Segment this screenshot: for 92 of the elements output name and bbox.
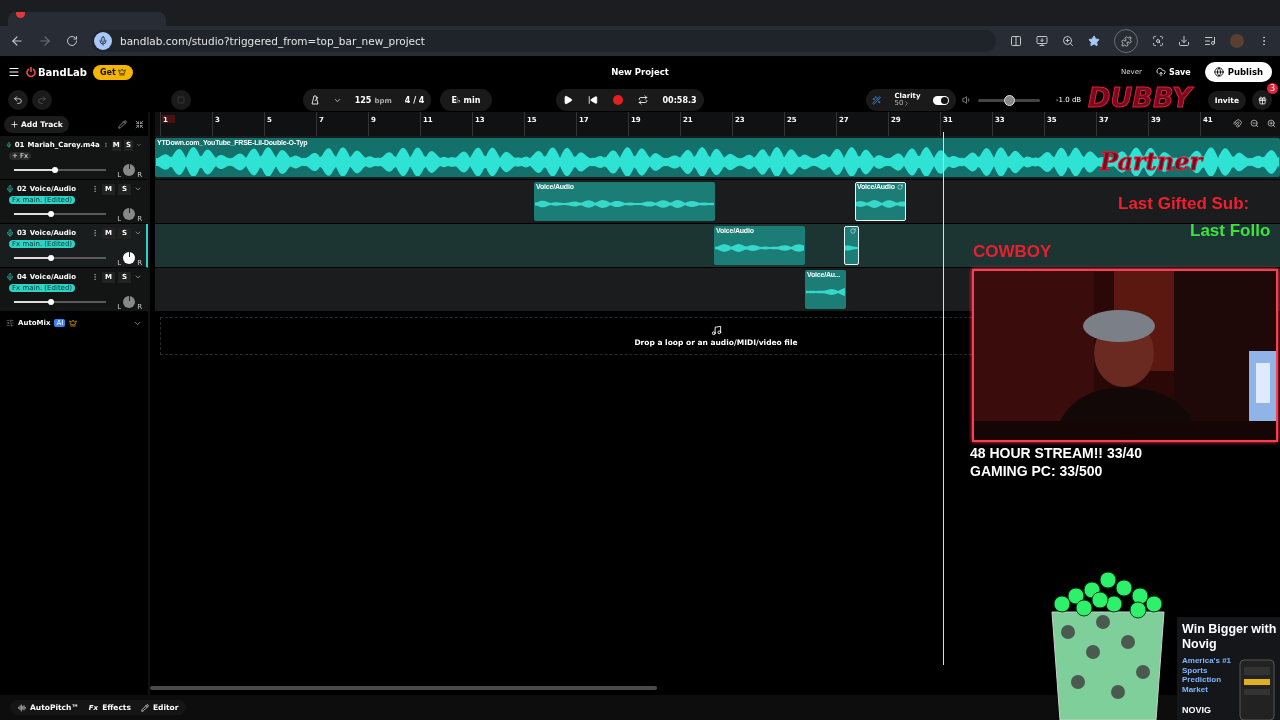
stream-goal: 48 HOUR STREAM!! 33/40 <box>970 445 1142 461</box>
phone-drawing <box>1239 659 1275 720</box>
ad-headline: Win Bigger with Novig <box>1182 622 1278 652</box>
ad-tagline: America's #1 Sports Prediction Market <box>1182 656 1233 695</box>
play-icon[interactable] <box>563 95 574 105</box>
microphone-icon <box>6 273 14 281</box>
microphone-icon <box>6 141 12 149</box>
project-title: New Project <box>611 67 669 77</box>
forward-icon[interactable] <box>38 34 52 48</box>
chevron-down-icon[interactable] <box>134 229 142 237</box>
scrollbar-thumb[interactable] <box>150 686 657 690</box>
loop-marker[interactable] <box>162 115 175 123</box>
record-icon[interactable] <box>612 95 623 105</box>
audio-lines-icon <box>18 703 26 712</box>
bookmark-star-icon[interactable] <box>1088 35 1100 47</box>
chevron-down-icon[interactable] <box>134 273 142 281</box>
download-icon[interactable] <box>1178 35 1190 47</box>
key-button[interactable]: E♭ min <box>440 89 492 111</box>
address-field[interactable]: bandlab.com/studio?triggered_from=top_bar_new_project <box>92 30 996 52</box>
stream-goal: GAMING PC: 33/500 <box>970 463 1103 479</box>
redo-icon <box>37 95 47 105</box>
microphone-button[interactable] <box>94 32 112 50</box>
pencil-icon <box>140 703 149 712</box>
globe-icon <box>1213 67 1224 77</box>
reading-mode-icon[interactable] <box>1010 35 1022 47</box>
zoom-out-icon[interactable] <box>1250 118 1259 128</box>
slider-thumb[interactable] <box>52 167 59 173</box>
slider-thumb[interactable] <box>47 299 54 305</box>
microphone-icon <box>6 229 14 237</box>
plus-icon <box>10 119 19 129</box>
undo-button[interactable] <box>8 90 28 110</box>
crown-icon <box>69 319 78 327</box>
undo-icon <box>13 95 23 105</box>
sliders-icon <box>6 319 14 327</box>
microphone-icon <box>98 36 108 46</box>
clarity-toggle[interactable] <box>933 95 950 105</box>
square-icon <box>177 96 185 104</box>
time-display: 00:58.3 <box>662 95 697 105</box>
publish-button[interactable]: Publish <box>1204 62 1272 82</box>
waveform-drawing <box>856 200 905 209</box>
loop-icon[interactable] <box>637 95 648 105</box>
notification-badge: 3 <box>1267 83 1278 94</box>
zoom-icon[interactable] <box>1062 35 1074 47</box>
wand-icon <box>872 95 882 105</box>
slider-thumb[interactable] <box>47 211 54 217</box>
ad-brand: NOVIG <box>1182 705 1212 715</box>
waveform-drawing <box>845 244 858 252</box>
crown-icon <box>117 68 126 76</box>
lens-icon[interactable] <box>1152 35 1164 47</box>
save-button[interactable]: Save <box>1149 66 1197 78</box>
gifted-sub-text: Last Gifted Sub: <box>1118 194 1250 214</box>
install-icon[interactable] <box>1036 35 1048 47</box>
logo-subtitle: Partner <box>1100 150 1203 174</box>
collapse-icon[interactable] <box>135 119 144 129</box>
gift-icon <box>1257 95 1267 105</box>
waveform-drawing <box>806 288 845 297</box>
brand-name[interactable]: BandLab <box>38 66 87 78</box>
gift-button[interactable] <box>1252 90 1272 110</box>
menu-icon[interactable] <box>8 66 20 78</box>
more-icon[interactable] <box>91 185 99 193</box>
puzzle-icon <box>1120 35 1132 47</box>
more-icon[interactable] <box>102 141 109 149</box>
audio-clip[interactable] <box>844 226 859 265</box>
loop-icon <box>897 184 903 190</box>
more-icon[interactable] <box>91 229 99 237</box>
zoom-in-icon[interactable] <box>1267 118 1276 128</box>
ad-card[interactable]: Win Bigger with Novig America's #1 Sports Prediction Market NOVIG <box>1177 617 1280 720</box>
back-icon[interactable] <box>10 34 24 48</box>
logo-title: DUBBY <box>1088 84 1192 111</box>
cloud-upload-icon <box>1155 67 1166 77</box>
chevron-right-icon <box>903 100 911 108</box>
microphone-icon <box>6 185 14 193</box>
slider-thumb[interactable] <box>1004 94 1015 106</box>
more-icon[interactable] <box>91 273 99 281</box>
url-text: bandlab.com/studio?triggered_from=top_bar_new_project <box>120 35 425 47</box>
skip-back-icon[interactable] <box>588 95 599 105</box>
pencil-icon[interactable] <box>118 119 127 129</box>
reload-icon[interactable] <box>66 35 78 47</box>
bandlab-logo-icon[interactable] <box>26 66 36 78</box>
speaker-icon[interactable] <box>962 95 972 105</box>
favicon-icon <box>16 12 25 18</box>
pan-knob[interactable] <box>123 252 136 264</box>
slider-thumb[interactable] <box>47 255 54 261</box>
loop-icon <box>850 228 856 234</box>
chevron-down-icon[interactable] <box>134 185 142 193</box>
latest-name: COWBOY <box>973 242 1052 262</box>
media-icon[interactable] <box>1204 35 1216 47</box>
follower-text: Last Follo <box>1190 221 1271 241</box>
get-button[interactable]: Get <box>92 64 133 80</box>
time-signature-text[interactable]: 4 / 4 <box>404 95 425 105</box>
metronome-icon[interactable] <box>309 95 320 105</box>
music-note-icon <box>710 325 722 336</box>
